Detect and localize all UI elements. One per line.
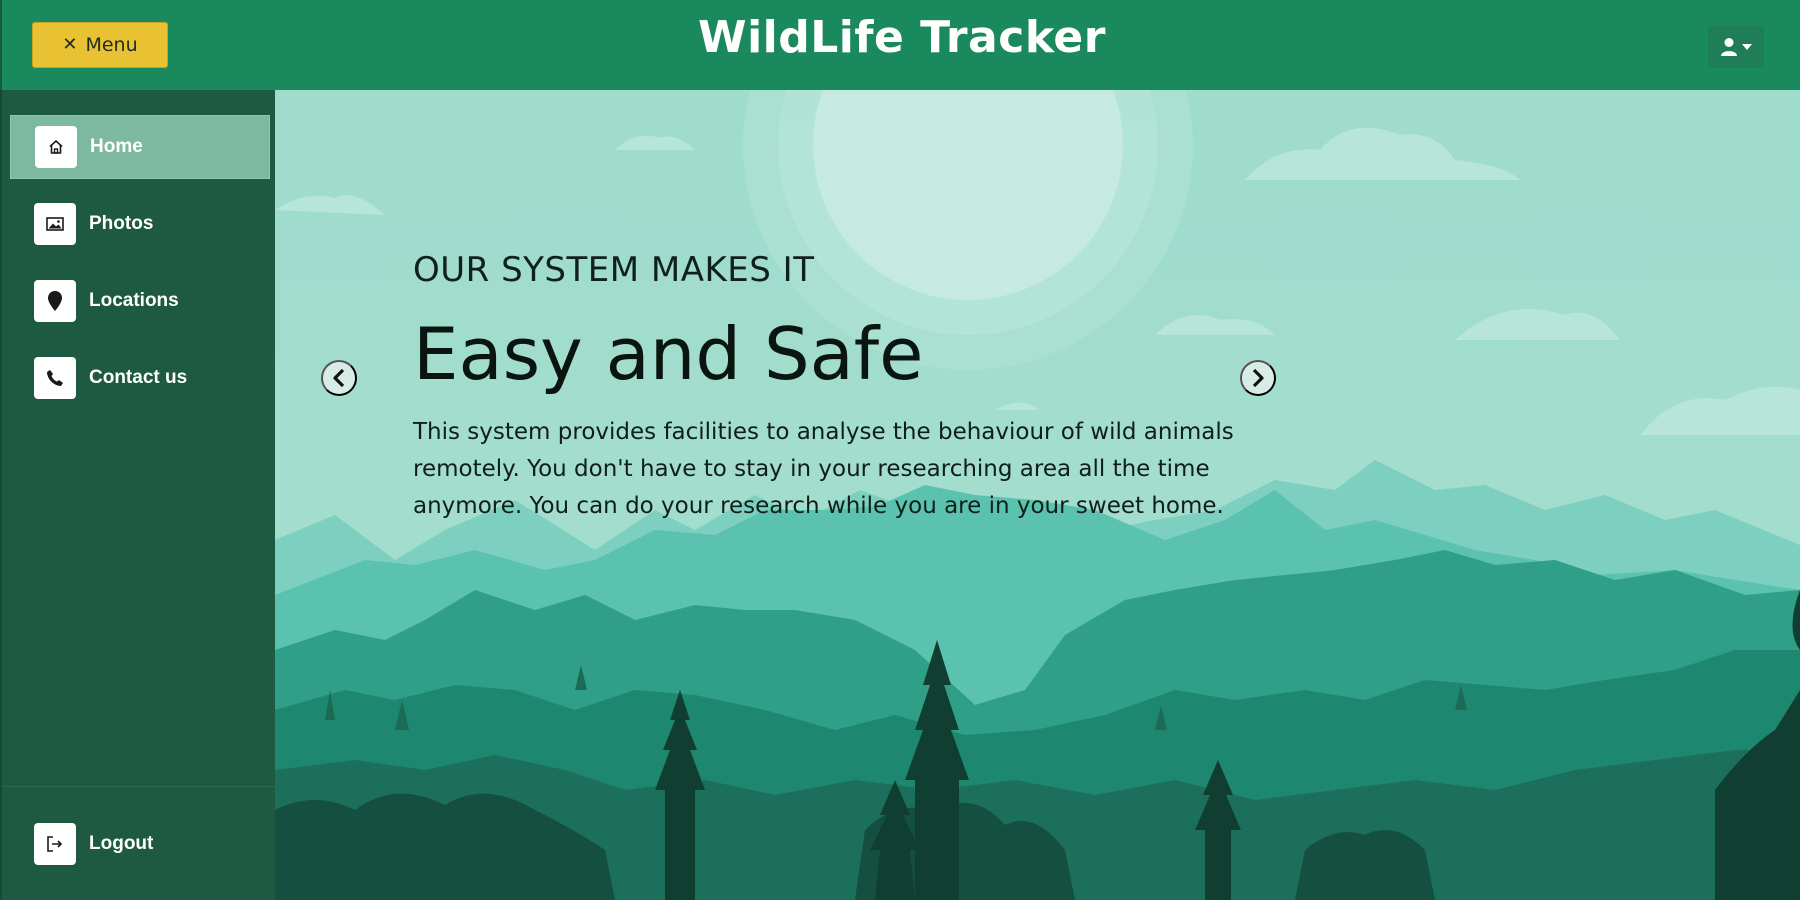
sidebar-item-photos[interactable]: Photos — [10, 192, 270, 256]
menu-button-label: Menu — [85, 34, 138, 56]
hero-carousel: OUR SYSTEM MAKES IT Easy and Safe This s… — [275, 90, 1800, 900]
close-icon: ✕ — [62, 34, 78, 55]
sidebar: Home Photos Locations Contact us Logout — [0, 90, 275, 900]
sidebar-item-locations[interactable]: Locations — [10, 269, 270, 333]
logout-label: Logout — [89, 833, 154, 854]
sidebar-divider — [2, 786, 275, 787]
hero-description: This system provides facilities to analy… — [413, 419, 1234, 519]
user-icon — [1721, 38, 1737, 56]
sidebar-item-contact[interactable]: Contact us — [10, 346, 270, 410]
sidebar-item-label: Photos — [89, 213, 154, 234]
sidebar-item-home[interactable]: Home — [10, 115, 270, 179]
logout-button[interactable]: Logout — [10, 812, 270, 876]
sidebar-item-label: Home — [90, 136, 143, 157]
menu-toggle-button[interactable]: ✕ Menu — [32, 22, 168, 68]
carousel-caption: OUR SYSTEM MAKES IT Easy and Safe This s… — [413, 250, 1293, 525]
chevron-left-icon — [333, 368, 345, 388]
hero-headline: Easy and Safe — [413, 312, 924, 396]
home-icon — [35, 126, 77, 168]
logout-icon — [34, 823, 76, 865]
caret-down-icon — [1742, 44, 1752, 50]
app-title: WildLife Tracker — [698, 12, 1106, 63]
sidebar-item-label: Contact us — [89, 367, 188, 388]
hero-kicker: OUR SYSTEM MAKES IT — [413, 250, 815, 290]
sidebar-item-label: Locations — [89, 290, 179, 311]
phone-icon — [34, 357, 76, 399]
image-icon — [34, 203, 76, 245]
top-bar: ✕ Menu WildLife Tracker — [0, 0, 1800, 90]
map-pin-icon — [34, 280, 76, 322]
user-menu-button[interactable] — [1708, 26, 1764, 68]
carousel-prev-button[interactable] — [321, 360, 357, 396]
